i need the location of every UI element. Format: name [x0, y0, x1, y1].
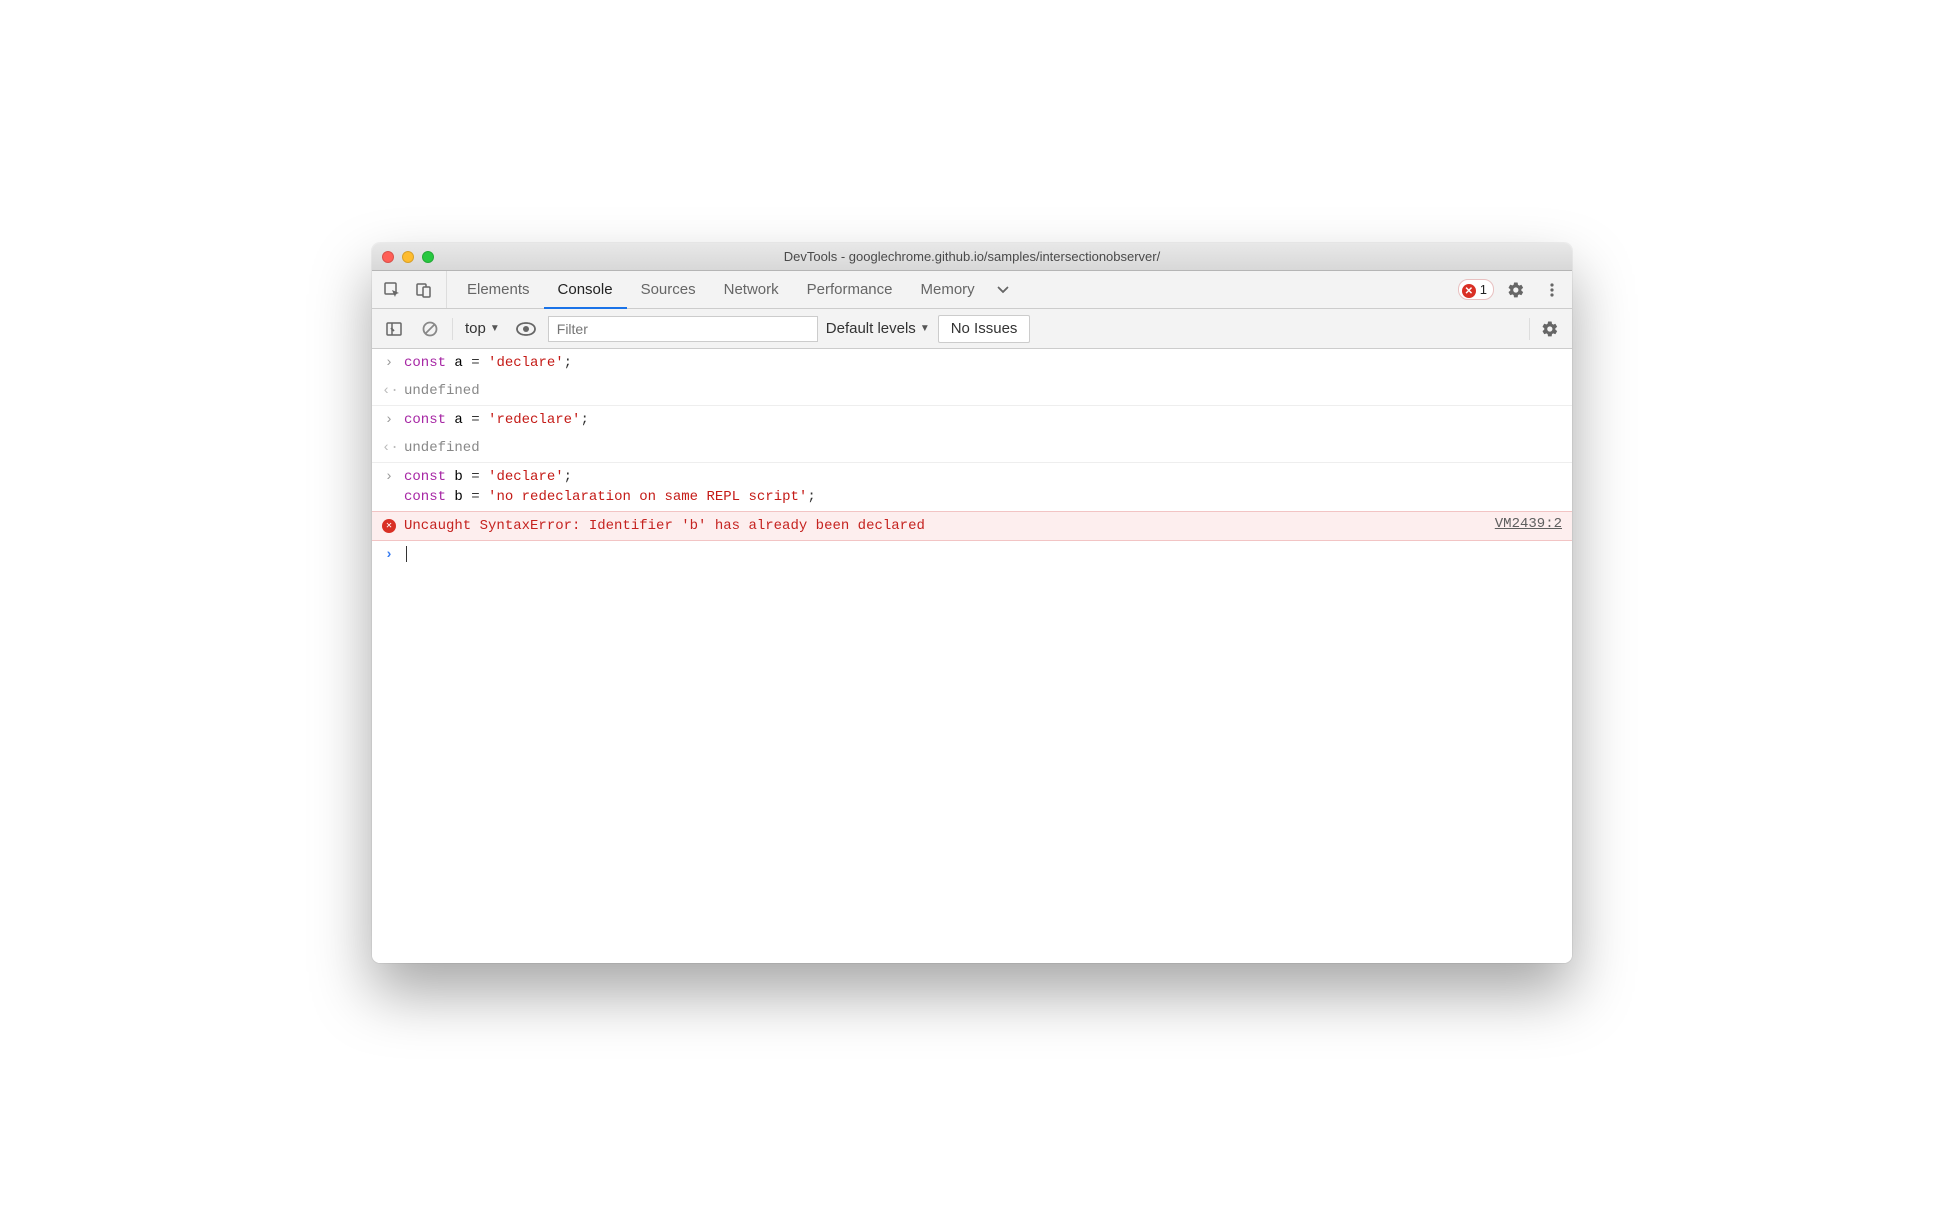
execution-context-selector[interactable]: top ▼ — [461, 320, 504, 337]
maximize-window-button[interactable] — [422, 251, 434, 263]
console-output[interactable]: › const a = 'declare'; ‹· undefined › co… — [372, 349, 1572, 963]
console-input-row: › const b = 'declare'; const b = 'no red… — [372, 463, 1572, 511]
inspect-element-icon[interactable] — [378, 276, 406, 304]
output-chevron-icon: ‹· — [382, 438, 396, 458]
console-toolbar: top ▼ Default levels ▼ No Issues — [372, 309, 1572, 349]
more-menu-icon[interactable] — [1538, 276, 1566, 304]
titlebar: DevTools - googlechrome.github.io/sample… — [372, 243, 1572, 271]
console-output-row: ‹· undefined — [372, 377, 1572, 406]
device-toolbar-icon[interactable] — [410, 276, 438, 304]
devtools-window: DevTools - googlechrome.github.io/sample… — [372, 243, 1572, 963]
traffic-lights — [382, 251, 434, 263]
error-count-badge[interactable]: ✕ 1 — [1458, 279, 1494, 300]
tab-network[interactable]: Network — [710, 271, 793, 308]
console-prompt-input[interactable] — [404, 545, 407, 565]
settings-icon[interactable] — [1502, 276, 1530, 304]
error-icon: ✕ — [1462, 284, 1476, 298]
console-input-row: › const a = 'redeclare'; — [372, 406, 1572, 434]
error-icon: ✕ — [382, 519, 396, 533]
issues-button[interactable]: No Issues — [938, 315, 1031, 343]
minimize-window-button[interactable] — [402, 251, 414, 263]
console-sidebar-toggle-icon[interactable] — [380, 315, 408, 343]
log-levels-selector[interactable]: Default levels ▼ — [826, 320, 930, 337]
console-code: const b = 'declare'; const b = 'no redec… — [404, 467, 816, 507]
console-input-row: › const a = 'declare'; — [372, 349, 1572, 377]
console-code: const a = 'redeclare'; — [404, 410, 589, 430]
dropdown-triangle-icon: ▼ — [490, 323, 500, 334]
main-tabbar: Elements Console Sources Network Perform… — [372, 271, 1572, 309]
window-title: DevTools - googlechrome.github.io/sample… — [382, 249, 1562, 264]
console-settings-icon[interactable] — [1536, 315, 1564, 343]
input-chevron-icon: › — [382, 467, 396, 487]
tab-elements[interactable]: Elements — [453, 271, 544, 308]
dropdown-triangle-icon: ▼ — [920, 323, 930, 334]
tab-performance[interactable]: Performance — [793, 271, 907, 308]
clear-console-icon[interactable] — [416, 315, 444, 343]
console-result: undefined — [404, 438, 480, 458]
live-expression-icon[interactable] — [512, 315, 540, 343]
console-error-row: ✕ Uncaught SyntaxError: Identifier 'b' h… — [372, 511, 1572, 541]
error-message: Uncaught SyntaxError: Identifier 'b' has… — [404, 516, 925, 536]
panel-tabs: Elements Console Sources Network Perform… — [453, 271, 1017, 308]
filter-input[interactable] — [548, 316, 818, 342]
tab-memory[interactable]: Memory — [907, 271, 989, 308]
tab-sources[interactable]: Sources — [627, 271, 710, 308]
error-count: 1 — [1480, 282, 1487, 297]
close-window-button[interactable] — [382, 251, 394, 263]
input-chevron-icon: › — [382, 353, 396, 373]
input-chevron-icon: › — [382, 410, 396, 430]
tab-console[interactable]: Console — [544, 271, 627, 308]
console-prompt-row[interactable]: › — [372, 541, 1572, 569]
output-chevron-icon: ‹· — [382, 381, 396, 401]
console-output-row: ‹· undefined — [372, 434, 1572, 463]
prompt-chevron-icon: › — [382, 545, 396, 565]
console-result: undefined — [404, 381, 480, 401]
console-code: const a = 'declare'; — [404, 353, 572, 373]
more-tabs-button[interactable] — [989, 271, 1017, 308]
error-source-link[interactable]: VM2439:2 — [1495, 516, 1562, 532]
